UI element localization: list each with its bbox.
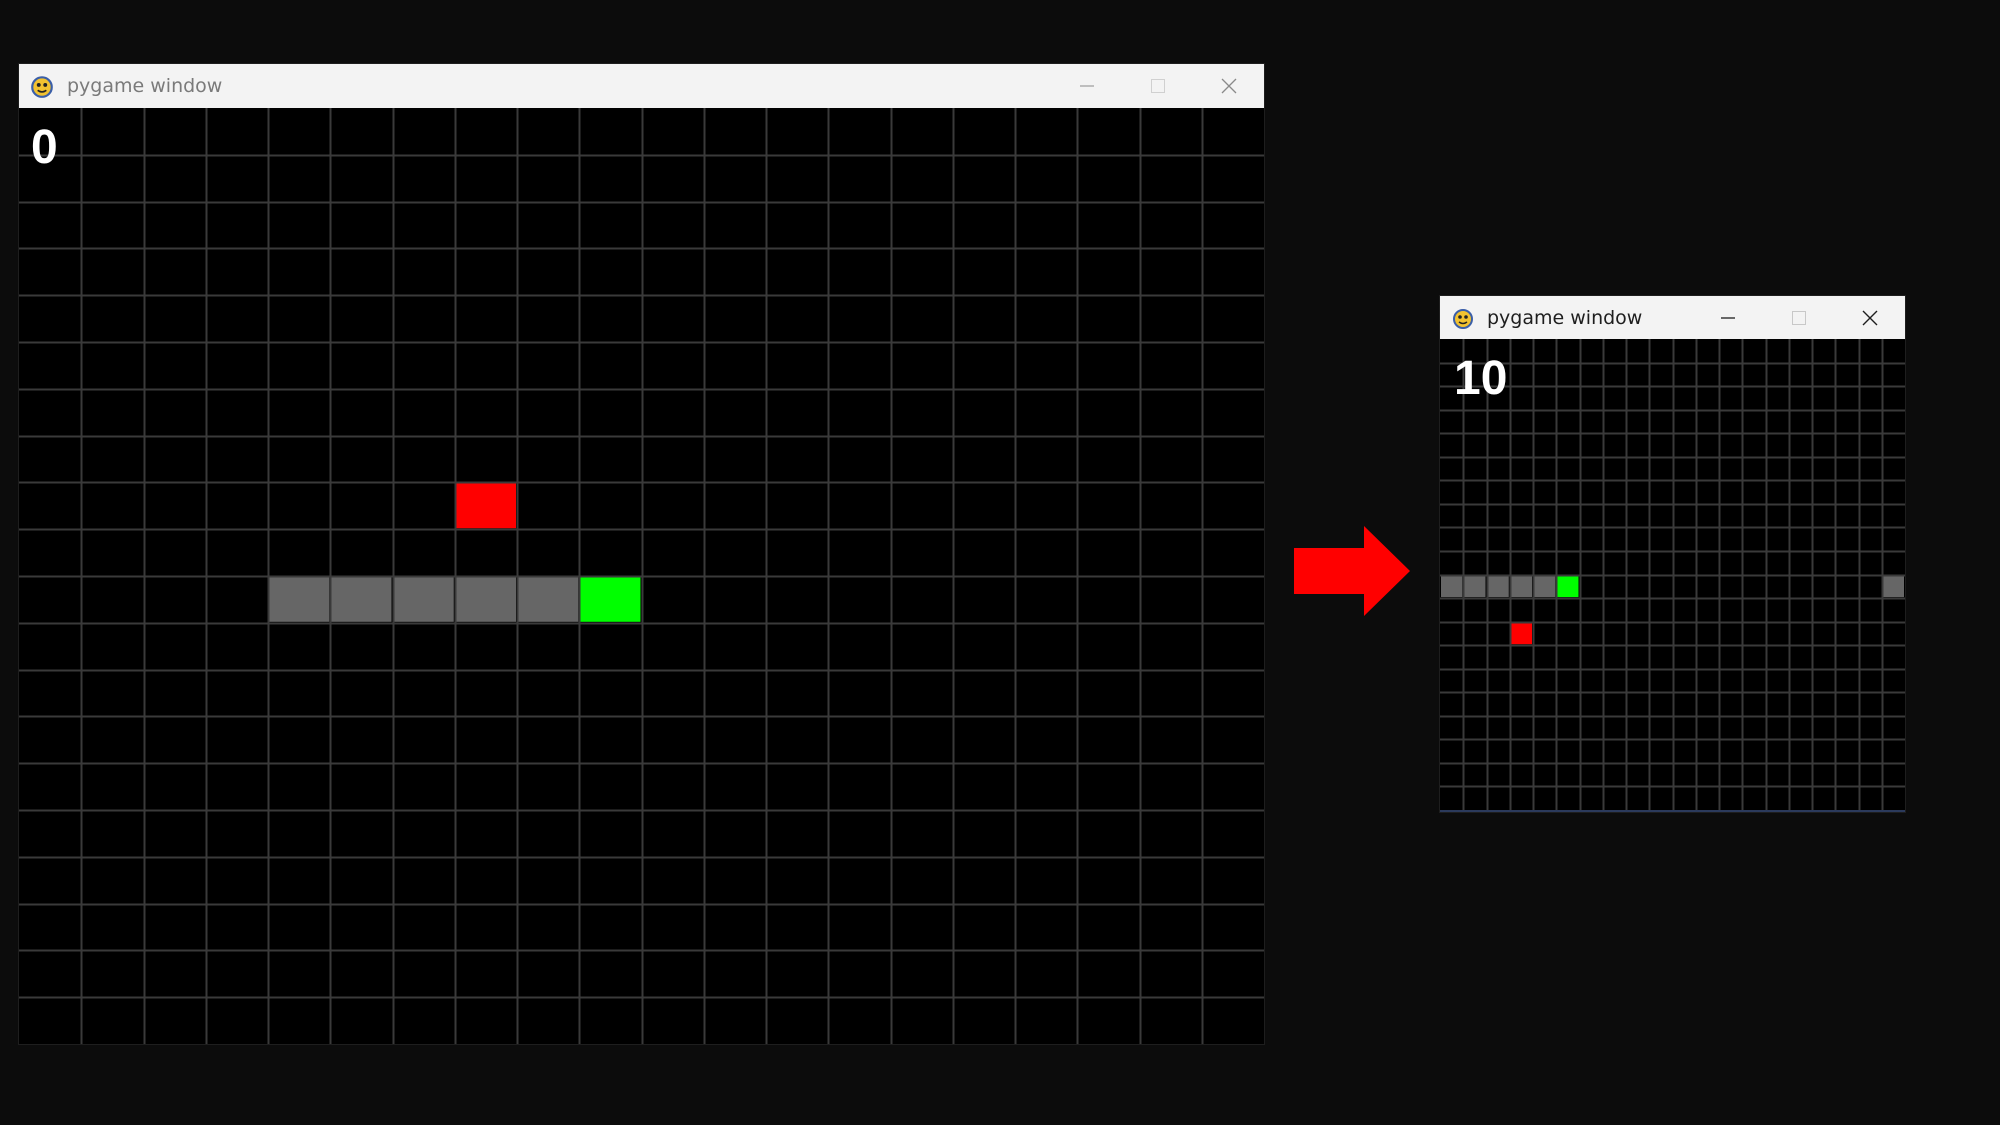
- game-board: 10: [1440, 339, 1905, 810]
- snake-head: [580, 577, 641, 622]
- snake-body-segment: [518, 577, 579, 622]
- pygame-snake-icon: [1451, 306, 1475, 330]
- title-bar[interactable]: pygame window: [1440, 296, 1905, 339]
- pygame-snake-icon: [29, 73, 55, 99]
- snake-body-segment: [1510, 575, 1532, 598]
- snake-body-segment: [1441, 575, 1463, 598]
- close-button[interactable]: [1834, 296, 1905, 339]
- maximize-button[interactable]: [1763, 296, 1834, 339]
- maximize-icon: [1791, 310, 1806, 325]
- title-bar[interactable]: pygame window: [19, 64, 1264, 108]
- maximize-icon: [1150, 79, 1165, 93]
- snake-head: [1557, 575, 1579, 598]
- grid-svg: [19, 108, 1264, 1044]
- minimize-icon: [1079, 85, 1094, 87]
- game-window-before: pygame window 0: [19, 64, 1264, 1044]
- score-display: 0: [31, 121, 58, 174]
- snake-body-segment: [269, 577, 330, 622]
- close-icon: [1862, 310, 1877, 325]
- score-display: 10: [1454, 352, 1508, 405]
- snake-body-segment: [331, 577, 392, 622]
- game-board: 0: [19, 108, 1264, 1044]
- minimize-button[interactable]: [1692, 296, 1763, 339]
- snake-body-segment: [1487, 575, 1509, 598]
- window-title: pygame window: [1487, 306, 1643, 329]
- game-window-after: pygame window 10: [1440, 296, 1905, 812]
- snake-body-segment: [1882, 575, 1904, 598]
- food-pellet: [455, 483, 516, 529]
- maximize-button[interactable]: [1122, 64, 1193, 108]
- food-pellet: [1510, 622, 1532, 645]
- grid-svg: [1440, 339, 1905, 810]
- snake-body-segment: [393, 577, 454, 622]
- minimize-button[interactable]: [1051, 64, 1122, 108]
- snake-body-segment: [1464, 575, 1486, 598]
- snake-body-segment: [1534, 575, 1556, 598]
- close-icon: [1221, 78, 1236, 94]
- minimize-icon: [1720, 316, 1735, 319]
- close-button[interactable]: [1193, 64, 1264, 108]
- right-arrow-icon: [1294, 526, 1410, 616]
- window-title: pygame window: [67, 75, 223, 97]
- snake-body-segment: [455, 577, 516, 622]
